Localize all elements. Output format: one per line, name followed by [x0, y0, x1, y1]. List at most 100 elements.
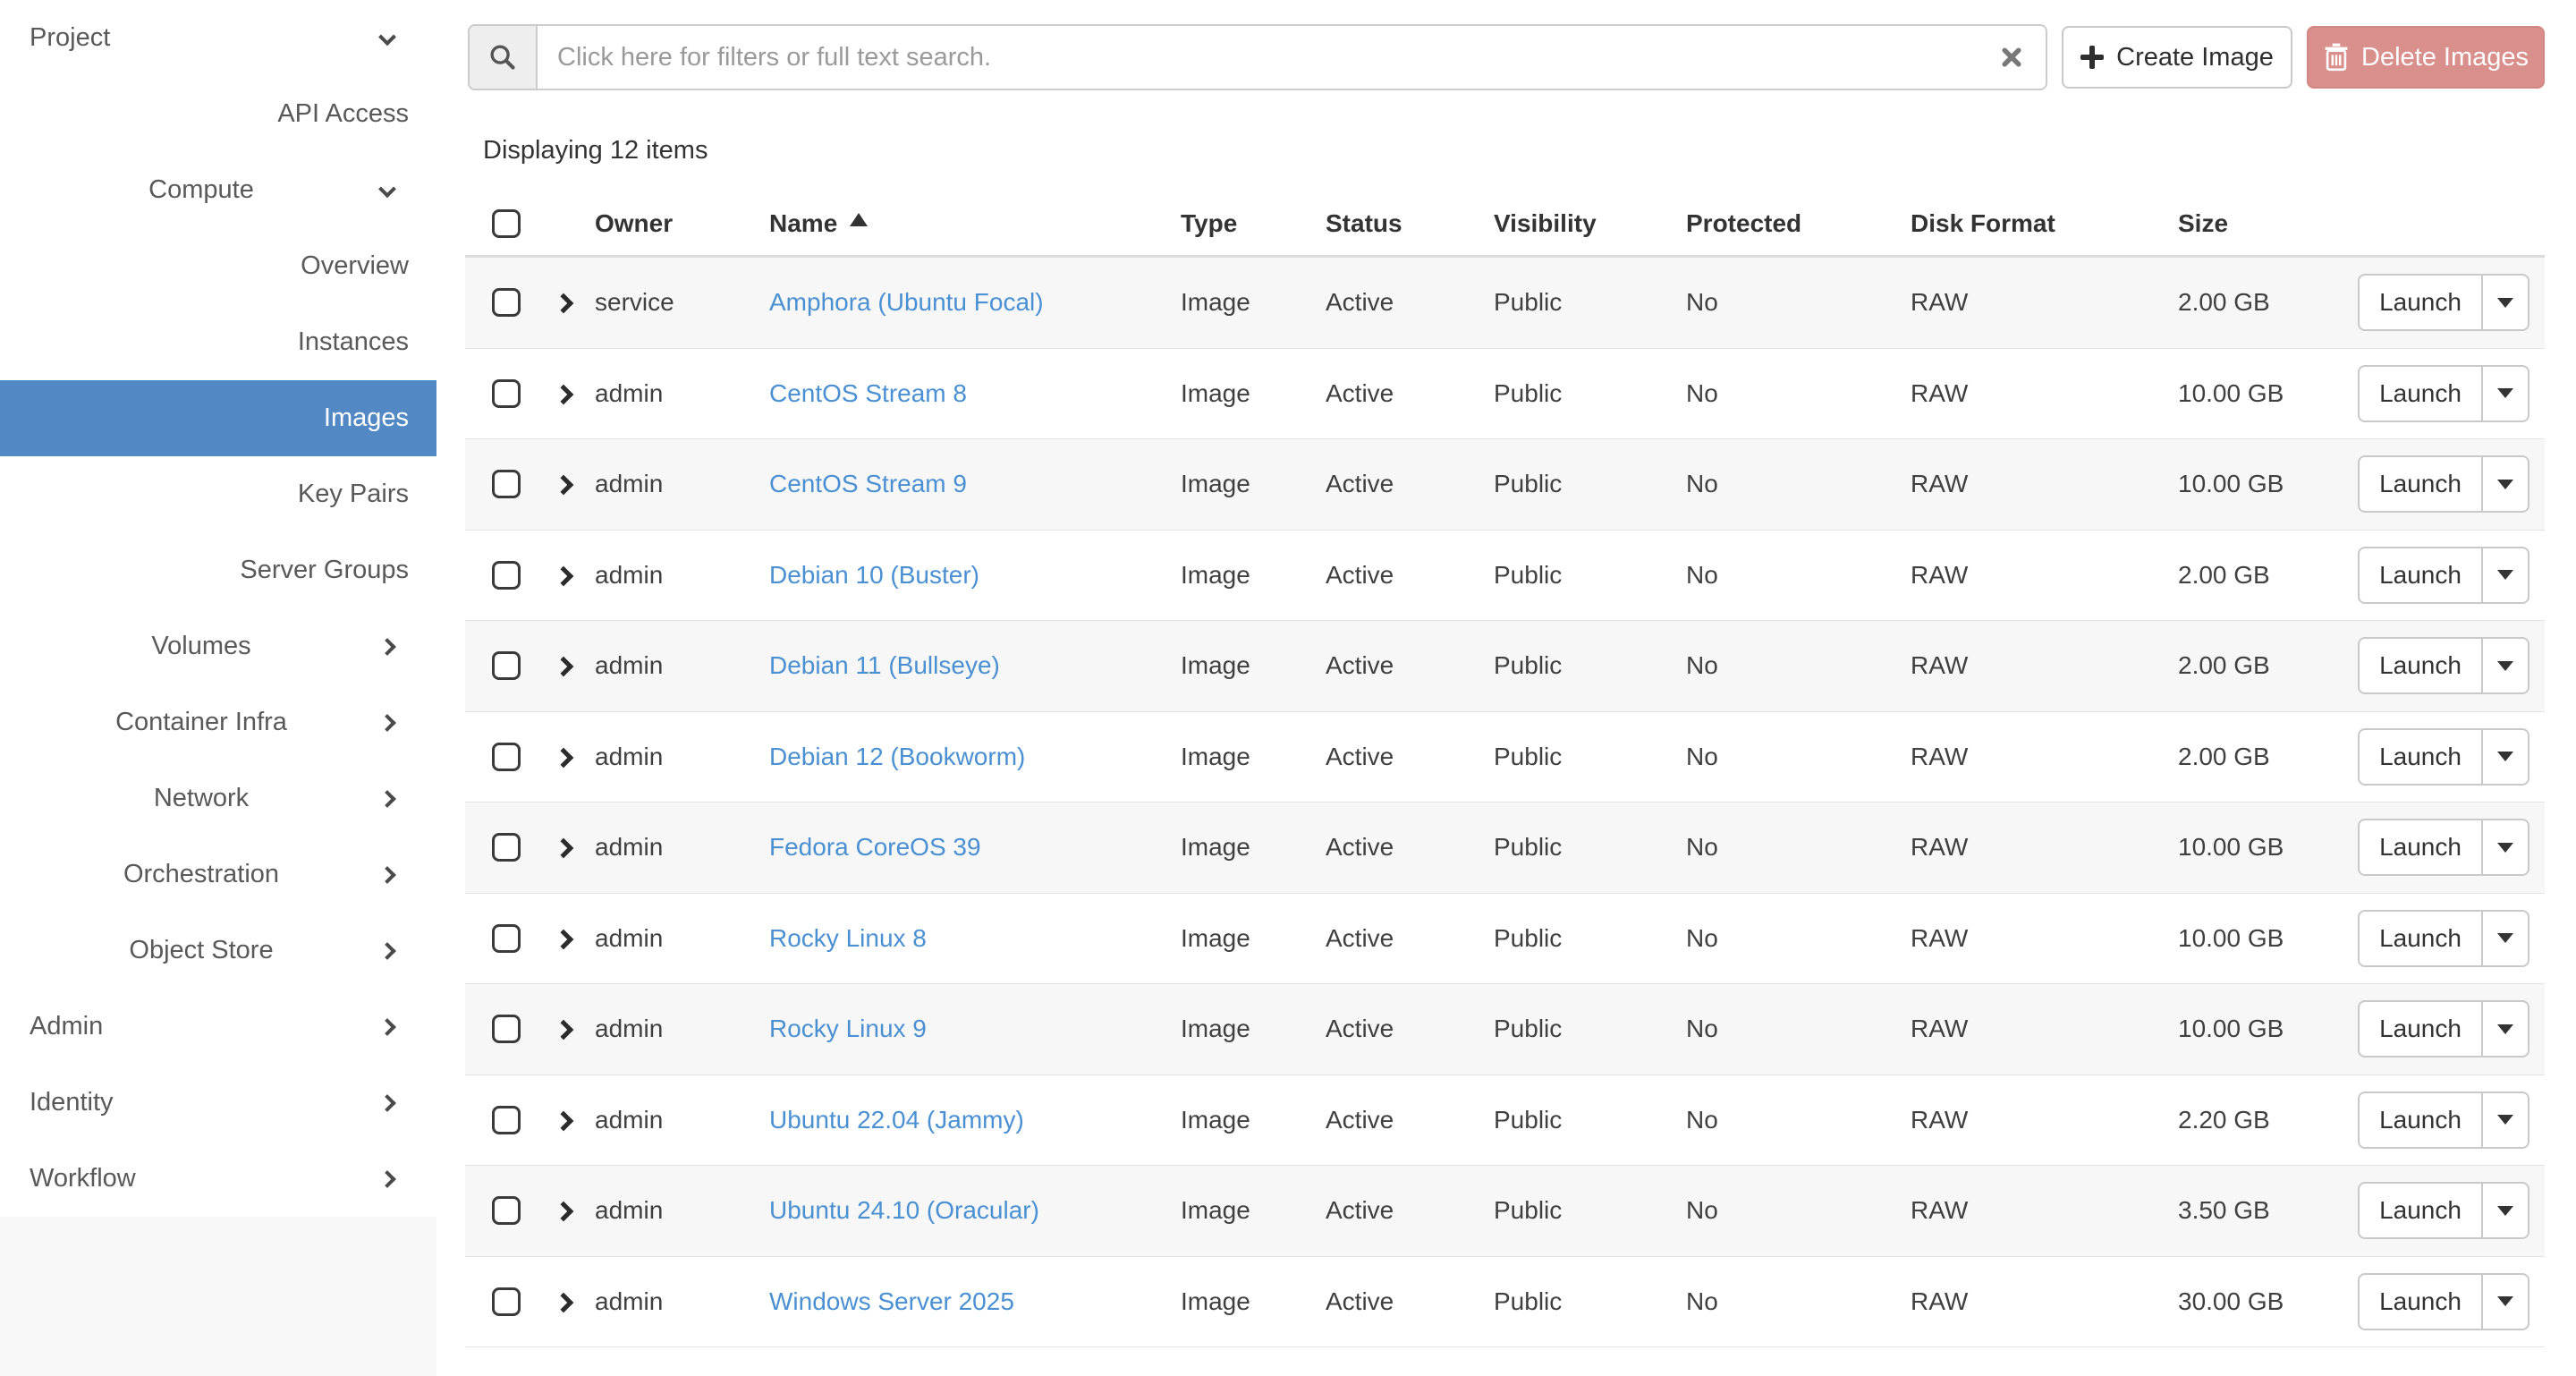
column-header-name[interactable]: Name: [769, 209, 1181, 238]
column-header-status[interactable]: Status: [1326, 209, 1494, 238]
image-name-link[interactable]: CentOS Stream 9: [769, 470, 967, 497]
launch-button[interactable]: Launch: [2358, 547, 2483, 604]
sidebar-item-label: Container Infra: [115, 708, 287, 737]
sidebar-item-orchestration[interactable]: Orchestration: [0, 837, 436, 913]
sidebar-item-network[interactable]: Network: [0, 760, 436, 837]
column-header-protected[interactable]: Protected: [1686, 209, 1911, 238]
expand-row-icon[interactable]: [554, 1292, 574, 1312]
launch-dropdown-button[interactable]: [2483, 274, 2529, 331]
launch-button[interactable]: Launch: [2358, 1273, 2483, 1330]
sidebar-item-key-pairs[interactable]: Key Pairs: [0, 456, 436, 532]
column-header-size[interactable]: Size: [2178, 209, 2344, 238]
launch-dropdown-button[interactable]: [2483, 1182, 2529, 1239]
launch-dropdown-button[interactable]: [2483, 910, 2529, 967]
status-cell: Active: [1326, 1106, 1494, 1134]
expand-row-icon[interactable]: [554, 657, 574, 677]
sidebar-item-overview[interactable]: Overview: [0, 228, 436, 304]
launch-dropdown-button[interactable]: [2483, 365, 2529, 422]
image-name-link[interactable]: Debian 11 (Bullseye): [769, 651, 1000, 679]
sidebar-item-identity[interactable]: Identity: [0, 1065, 436, 1141]
sidebar-item-object-store[interactable]: Object Store: [0, 913, 436, 989]
chevron-right-icon: [378, 1018, 396, 1036]
image-name-link[interactable]: Ubuntu 24.10 (Oracular): [769, 1196, 1039, 1224]
sidebar-item-admin[interactable]: Admin: [0, 989, 436, 1065]
row-checkbox[interactable]: [492, 288, 521, 317]
row-checkbox[interactable]: [492, 470, 521, 498]
row-checkbox[interactable]: [492, 1106, 521, 1134]
launch-dropdown-button[interactable]: [2483, 455, 2529, 513]
expand-row-icon[interactable]: [554, 475, 574, 496]
trash-icon: [2323, 43, 2350, 72]
image-name-link[interactable]: Windows Server 2025: [769, 1287, 1014, 1315]
row-checkbox[interactable]: [492, 924, 521, 953]
column-header-owner[interactable]: Owner: [595, 209, 769, 238]
image-name-link[interactable]: Rocky Linux 9: [769, 1015, 927, 1042]
expand-row-icon[interactable]: [554, 384, 574, 404]
image-name-link[interactable]: CentOS Stream 8: [769, 379, 967, 407]
protected-cell: No: [1686, 833, 1911, 862]
delete-images-button[interactable]: Delete Images: [2307, 26, 2545, 89]
disk-format-cell: RAW: [1911, 288, 2178, 317]
image-name-link[interactable]: Amphora (Ubuntu Focal): [769, 288, 1044, 316]
sidebar-item-project[interactable]: Project: [0, 0, 436, 76]
sidebar-item-workflow[interactable]: Workflow: [0, 1141, 436, 1217]
row-checkbox[interactable]: [492, 1287, 521, 1316]
sidebar-item-container-infra[interactable]: Container Infra: [0, 684, 436, 760]
search-input[interactable]: [538, 26, 2046, 89]
row-checkbox[interactable]: [492, 561, 521, 590]
image-name-link[interactable]: Ubuntu 22.04 (Jammy): [769, 1106, 1024, 1134]
launch-dropdown-button[interactable]: [2483, 728, 2529, 786]
sidebar-item-images[interactable]: Images: [0, 380, 436, 456]
row-checkbox[interactable]: [492, 743, 521, 771]
image-name-link[interactable]: Debian 12 (Bookworm): [769, 743, 1025, 770]
table-row: admin Debian 10 (Buster) Image Active Pu…: [465, 531, 2545, 622]
launch-dropdown-button[interactable]: [2483, 1091, 2529, 1149]
sidebar-item-api-access[interactable]: API Access: [0, 76, 436, 152]
disk-format-cell: RAW: [1911, 379, 2178, 408]
image-name-link[interactable]: Debian 10 (Buster): [769, 561, 979, 589]
select-all-checkbox[interactable]: [492, 209, 521, 238]
launch-button[interactable]: Launch: [2358, 1000, 2483, 1057]
sidebar-item-compute[interactable]: Compute: [0, 152, 436, 228]
expand-row-icon[interactable]: [554, 747, 574, 768]
sidebar-item-instances[interactable]: Instances: [0, 304, 436, 380]
create-image-button[interactable]: Create Image: [2062, 26, 2292, 89]
row-checkbox[interactable]: [492, 1196, 521, 1225]
image-name-link[interactable]: Fedora CoreOS 39: [769, 833, 981, 861]
launch-dropdown-button[interactable]: [2483, 547, 2529, 604]
row-checkbox[interactable]: [492, 379, 521, 408]
expand-row-icon[interactable]: [554, 838, 574, 859]
launch-dropdown-button[interactable]: [2483, 1000, 2529, 1057]
status-cell: Active: [1326, 1196, 1494, 1225]
launch-button[interactable]: Launch: [2358, 455, 2483, 513]
launch-button[interactable]: Launch: [2358, 819, 2483, 876]
row-checkbox[interactable]: [492, 651, 521, 680]
launch-button[interactable]: Launch: [2358, 637, 2483, 694]
launch-button[interactable]: Launch: [2358, 365, 2483, 422]
column-header-disk[interactable]: Disk Format: [1911, 209, 2178, 238]
launch-dropdown-button[interactable]: [2483, 819, 2529, 876]
launch-dropdown-button[interactable]: [2483, 1273, 2529, 1330]
launch-button[interactable]: Launch: [2358, 1091, 2483, 1149]
expand-row-icon[interactable]: [554, 929, 574, 949]
caret-down-icon: [2497, 1024, 2513, 1034]
launch-dropdown-button[interactable]: [2483, 637, 2529, 694]
expand-row-icon[interactable]: [554, 1020, 574, 1040]
launch-button[interactable]: Launch: [2358, 910, 2483, 967]
sidebar-item-server-groups[interactable]: Server Groups: [0, 532, 436, 608]
column-header-visibility[interactable]: Visibility: [1494, 209, 1686, 238]
column-header-type[interactable]: Type: [1181, 209, 1326, 238]
expand-row-icon[interactable]: [554, 1202, 574, 1222]
launch-button[interactable]: Launch: [2358, 274, 2483, 331]
launch-split-button: Launch: [2358, 455, 2529, 513]
row-checkbox[interactable]: [492, 1015, 521, 1043]
launch-button[interactable]: Launch: [2358, 1182, 2483, 1239]
sidebar-item-volumes[interactable]: Volumes: [0, 608, 436, 684]
row-checkbox[interactable]: [492, 833, 521, 862]
clear-search-button[interactable]: [1994, 39, 2029, 75]
expand-row-icon[interactable]: [554, 565, 574, 586]
launch-button[interactable]: Launch: [2358, 728, 2483, 786]
image-name-link[interactable]: Rocky Linux 8: [769, 924, 927, 952]
expand-row-icon[interactable]: [554, 293, 574, 314]
expand-row-icon[interactable]: [554, 1110, 574, 1131]
